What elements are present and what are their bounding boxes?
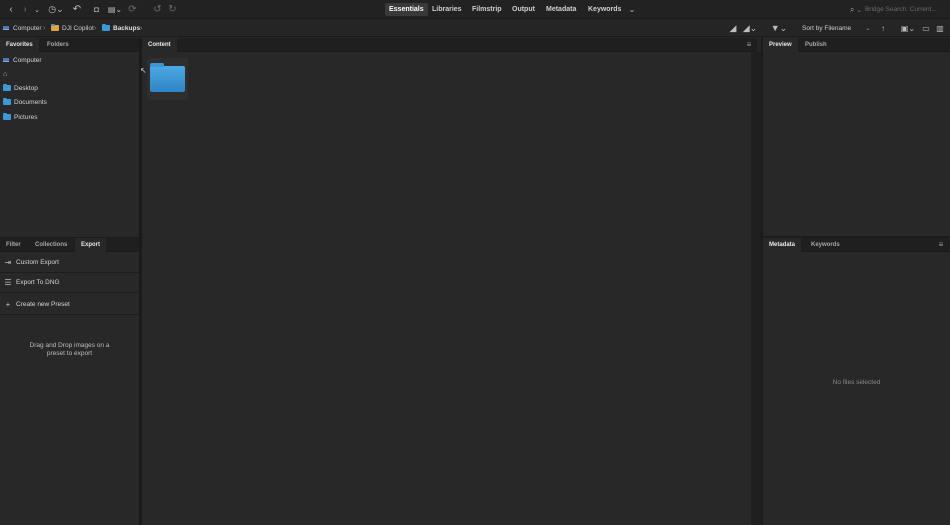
folder-icon <box>3 98 11 105</box>
tab-libraries[interactable]: Libraries <box>428 3 466 16</box>
refine-icon[interactable]: ▤⌄ <box>106 3 124 16</box>
plus-icon: + <box>5 299 11 309</box>
camera-icon[interactable]: ◘ <box>91 3 102 16</box>
search-placeholder: Bridge Search: Current... <box>864 6 937 13</box>
export-row-create-preset[interactable]: + Create new Preset <box>0 294 139 314</box>
breadcrumb-dji-copilot[interactable]: DJI Copilot <box>51 23 94 33</box>
export-row-custom-export[interactable]: ⇥ Custom Export <box>0 253 139 273</box>
rotate-left-icon[interactable]: ↺ <box>152 3 163 16</box>
rotate-right-icon[interactable]: ↻ <box>167 3 178 16</box>
recent-history-icon[interactable]: ◷⌄ <box>47 3 65 16</box>
app-toolbar: ‹ › ⌄ ◷⌄ ↶ ◘ ▤⌄ ⟳ ↺ ↻ Essentials Librari… <box>0 0 950 19</box>
panel-menu-icon[interactable]: ≡ <box>745 41 753 49</box>
folder-icon <box>51 24 59 31</box>
sort-dropdown[interactable]: Sort by Filename ⌄ <box>802 23 871 33</box>
tab-keywords-panel[interactable]: Keywords <box>805 238 846 252</box>
return-to-app-icon[interactable]: ↶ <box>72 3 82 16</box>
favorite-item-home[interactable]: ⌂ <box>3 69 7 79</box>
cursor-icon: ↖ <box>140 66 147 75</box>
favorite-item-computer[interactable]: Computer <box>3 55 42 65</box>
tab-collections[interactable]: Collections <box>29 238 73 252</box>
search-icon: ⌕ <box>850 4 855 14</box>
chevron-down-icon[interactable]: ⌄ <box>32 3 42 16</box>
export-panel-header: Filter Collections Export <box>0 238 139 252</box>
back-icon[interactable]: ‹ <box>6 3 16 16</box>
favorites-panel: Favorites Folders Computer ⌂ Desktop Doc… <box>0 38 139 237</box>
export-row-export-to-dng[interactable]: ☰ Export To DNG <box>0 273 139 293</box>
tab-folders[interactable]: Folders <box>41 38 75 52</box>
workspace-more-chevron-icon[interactable]: ⌄ <box>627 3 637 16</box>
favorite-item-pictures[interactable]: Pictures <box>3 112 37 122</box>
tab-keywords[interactable]: Keywords <box>584 3 625 16</box>
path-bar: Computer › DJI Copilot › Backups › ◢ ◢⌄ … <box>0 19 950 37</box>
export-drop-hint: Drag and Drop images on a preset to expo… <box>29 342 110 357</box>
tab-essentials[interactable]: Essentials <box>385 3 428 16</box>
tab-metadata-panel[interactable]: Metadata <box>763 238 802 252</box>
tab-output[interactable]: Output <box>508 3 539 16</box>
breadcrumb-separator-icon: › <box>94 24 97 32</box>
search-field[interactable]: ⌕ ⌄ Bridge Search: Current... <box>850 3 950 16</box>
filter-icon[interactable]: ▼⌄ <box>770 22 788 35</box>
tab-export[interactable]: Export <box>75 238 107 252</box>
export-icon: ⇥ <box>4 258 12 267</box>
folder-icon <box>150 63 185 92</box>
panel-menu-icon[interactable]: ≡ <box>937 241 945 249</box>
tab-filter[interactable]: Filter <box>0 238 27 252</box>
favorite-item-documents[interactable]: Documents <box>3 97 47 107</box>
search-chevron-icon: ⌄ <box>856 6 862 14</box>
favorites-panel-header: Favorites Folders <box>0 38 139 52</box>
trash-icon[interactable]: ▥ <box>935 22 945 35</box>
chevron-down-icon: ⌄ <box>865 25 871 32</box>
tab-favorites[interactable]: Favorites <box>0 38 39 52</box>
export-panel: Filter Collections Export ⇥ Custom Expor… <box>0 238 139 525</box>
breadcrumb-computer[interactable]: Computer <box>3 23 42 33</box>
quality-icon[interactable]: ◢ <box>728 22 738 35</box>
list-icon: ☰ <box>4 278 12 287</box>
folder-thumbnail[interactable] <box>147 58 188 100</box>
tab-filmstrip[interactable]: Filmstrip <box>468 3 506 16</box>
tab-publish[interactable]: Publish <box>799 38 833 52</box>
breadcrumb-backups[interactable]: Backups <box>102 23 140 33</box>
no-files-selected-text: No files selected <box>832 379 881 386</box>
tab-metadata[interactable]: Metadata <box>542 3 580 16</box>
sort-ascending-icon[interactable]: ↑ <box>878 22 888 35</box>
rating-filter-icon[interactable]: ◢⌄ <box>742 22 758 35</box>
rotate-icon[interactable]: ⟳ <box>127 3 138 16</box>
content-scrollbar[interactable] <box>751 52 761 525</box>
metadata-panel: Metadata Keywords ≡ No files selected <box>763 238 950 525</box>
metadata-panel-header: Metadata Keywords ≡ <box>763 238 950 252</box>
forward-icon[interactable]: › <box>20 3 30 16</box>
preview-panel: Preview Publish <box>763 38 950 236</box>
computer-icon <box>3 58 9 62</box>
home-icon: ⌂ <box>3 70 8 78</box>
breadcrumb-separator-icon: › <box>140 24 143 32</box>
open-recent-icon[interactable]: ▣⌄ <box>899 22 917 35</box>
favorite-item-desktop[interactable]: Desktop <box>3 83 38 93</box>
breadcrumb-separator-icon: › <box>43 24 46 32</box>
preview-panel-header: Preview Publish <box>763 38 950 52</box>
folder-icon <box>102 24 110 31</box>
export-divider <box>0 314 139 315</box>
tab-preview[interactable]: Preview <box>763 38 798 52</box>
folder-icon <box>3 113 11 120</box>
left-horizontal-splitter[interactable] <box>0 237 139 238</box>
tab-content[interactable]: Content <box>142 38 177 52</box>
folder-icon <box>3 84 11 91</box>
content-panel-header: Content ≡ <box>142 38 757 52</box>
computer-icon <box>3 26 9 30</box>
content-panel: Content ≡ <box>142 38 757 525</box>
new-folder-icon[interactable]: ▭ <box>921 22 931 35</box>
